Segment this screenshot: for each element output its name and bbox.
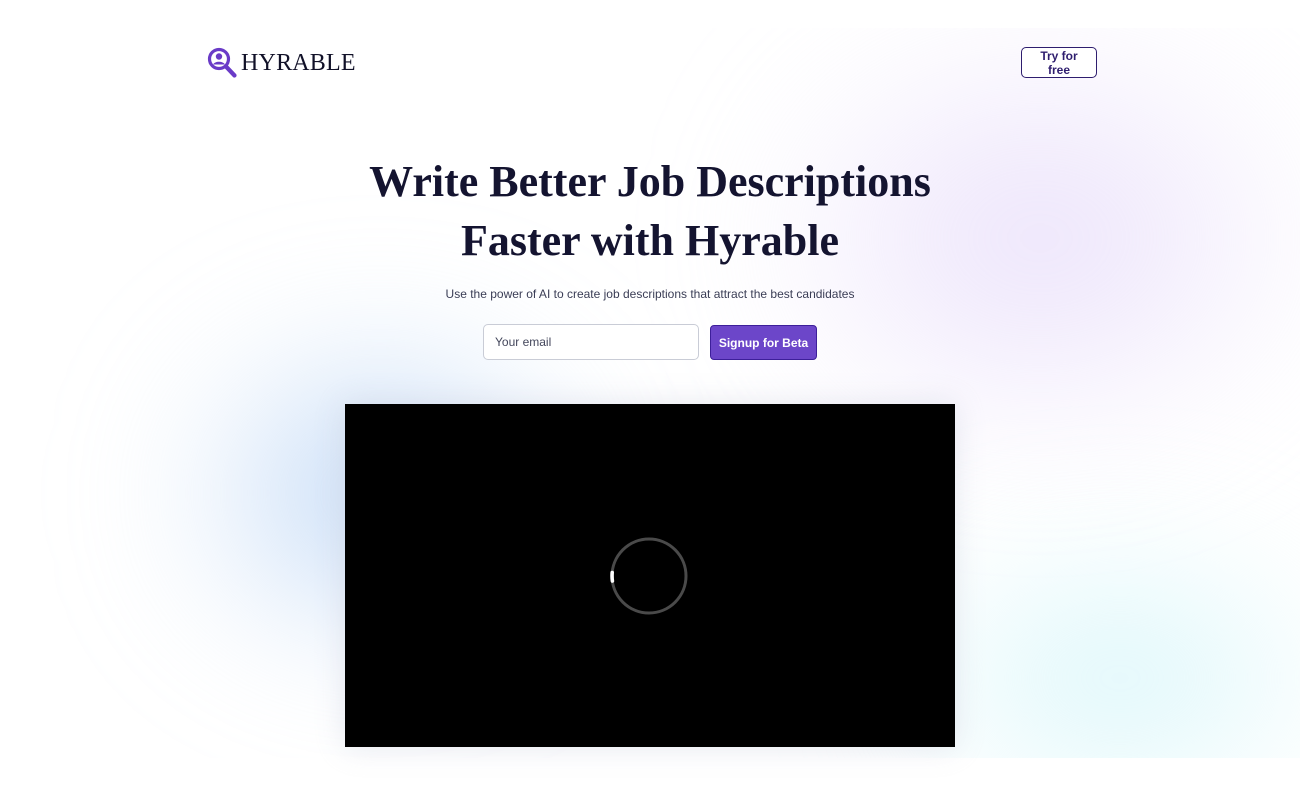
magnifier-user-icon xyxy=(207,47,237,78)
landing-page: HYRABLE Try for free Write Better Job De… xyxy=(0,0,1300,788)
try-for-free-button[interactable]: Try for free xyxy=(1021,47,1097,78)
brand-name: HYRABLE xyxy=(241,49,356,76)
email-input[interactable] xyxy=(483,324,699,360)
loading-spinner-icon xyxy=(610,537,688,615)
signup-for-beta-button[interactable]: Signup for Beta xyxy=(710,325,817,360)
hero-subtitle: Use the power of AI to create job descri… xyxy=(445,287,855,301)
cyan-glow xyxy=(900,548,1300,758)
hero-title-line-1: Write Better Job Descriptions xyxy=(369,157,931,206)
hero-title: Write Better Job Descriptions Faster wit… xyxy=(300,152,1000,270)
video-player[interactable] xyxy=(345,404,955,747)
hero-title-line-2: Faster with Hyrable xyxy=(460,216,840,265)
brand-logo-link[interactable]: HYRABLE xyxy=(207,47,356,79)
